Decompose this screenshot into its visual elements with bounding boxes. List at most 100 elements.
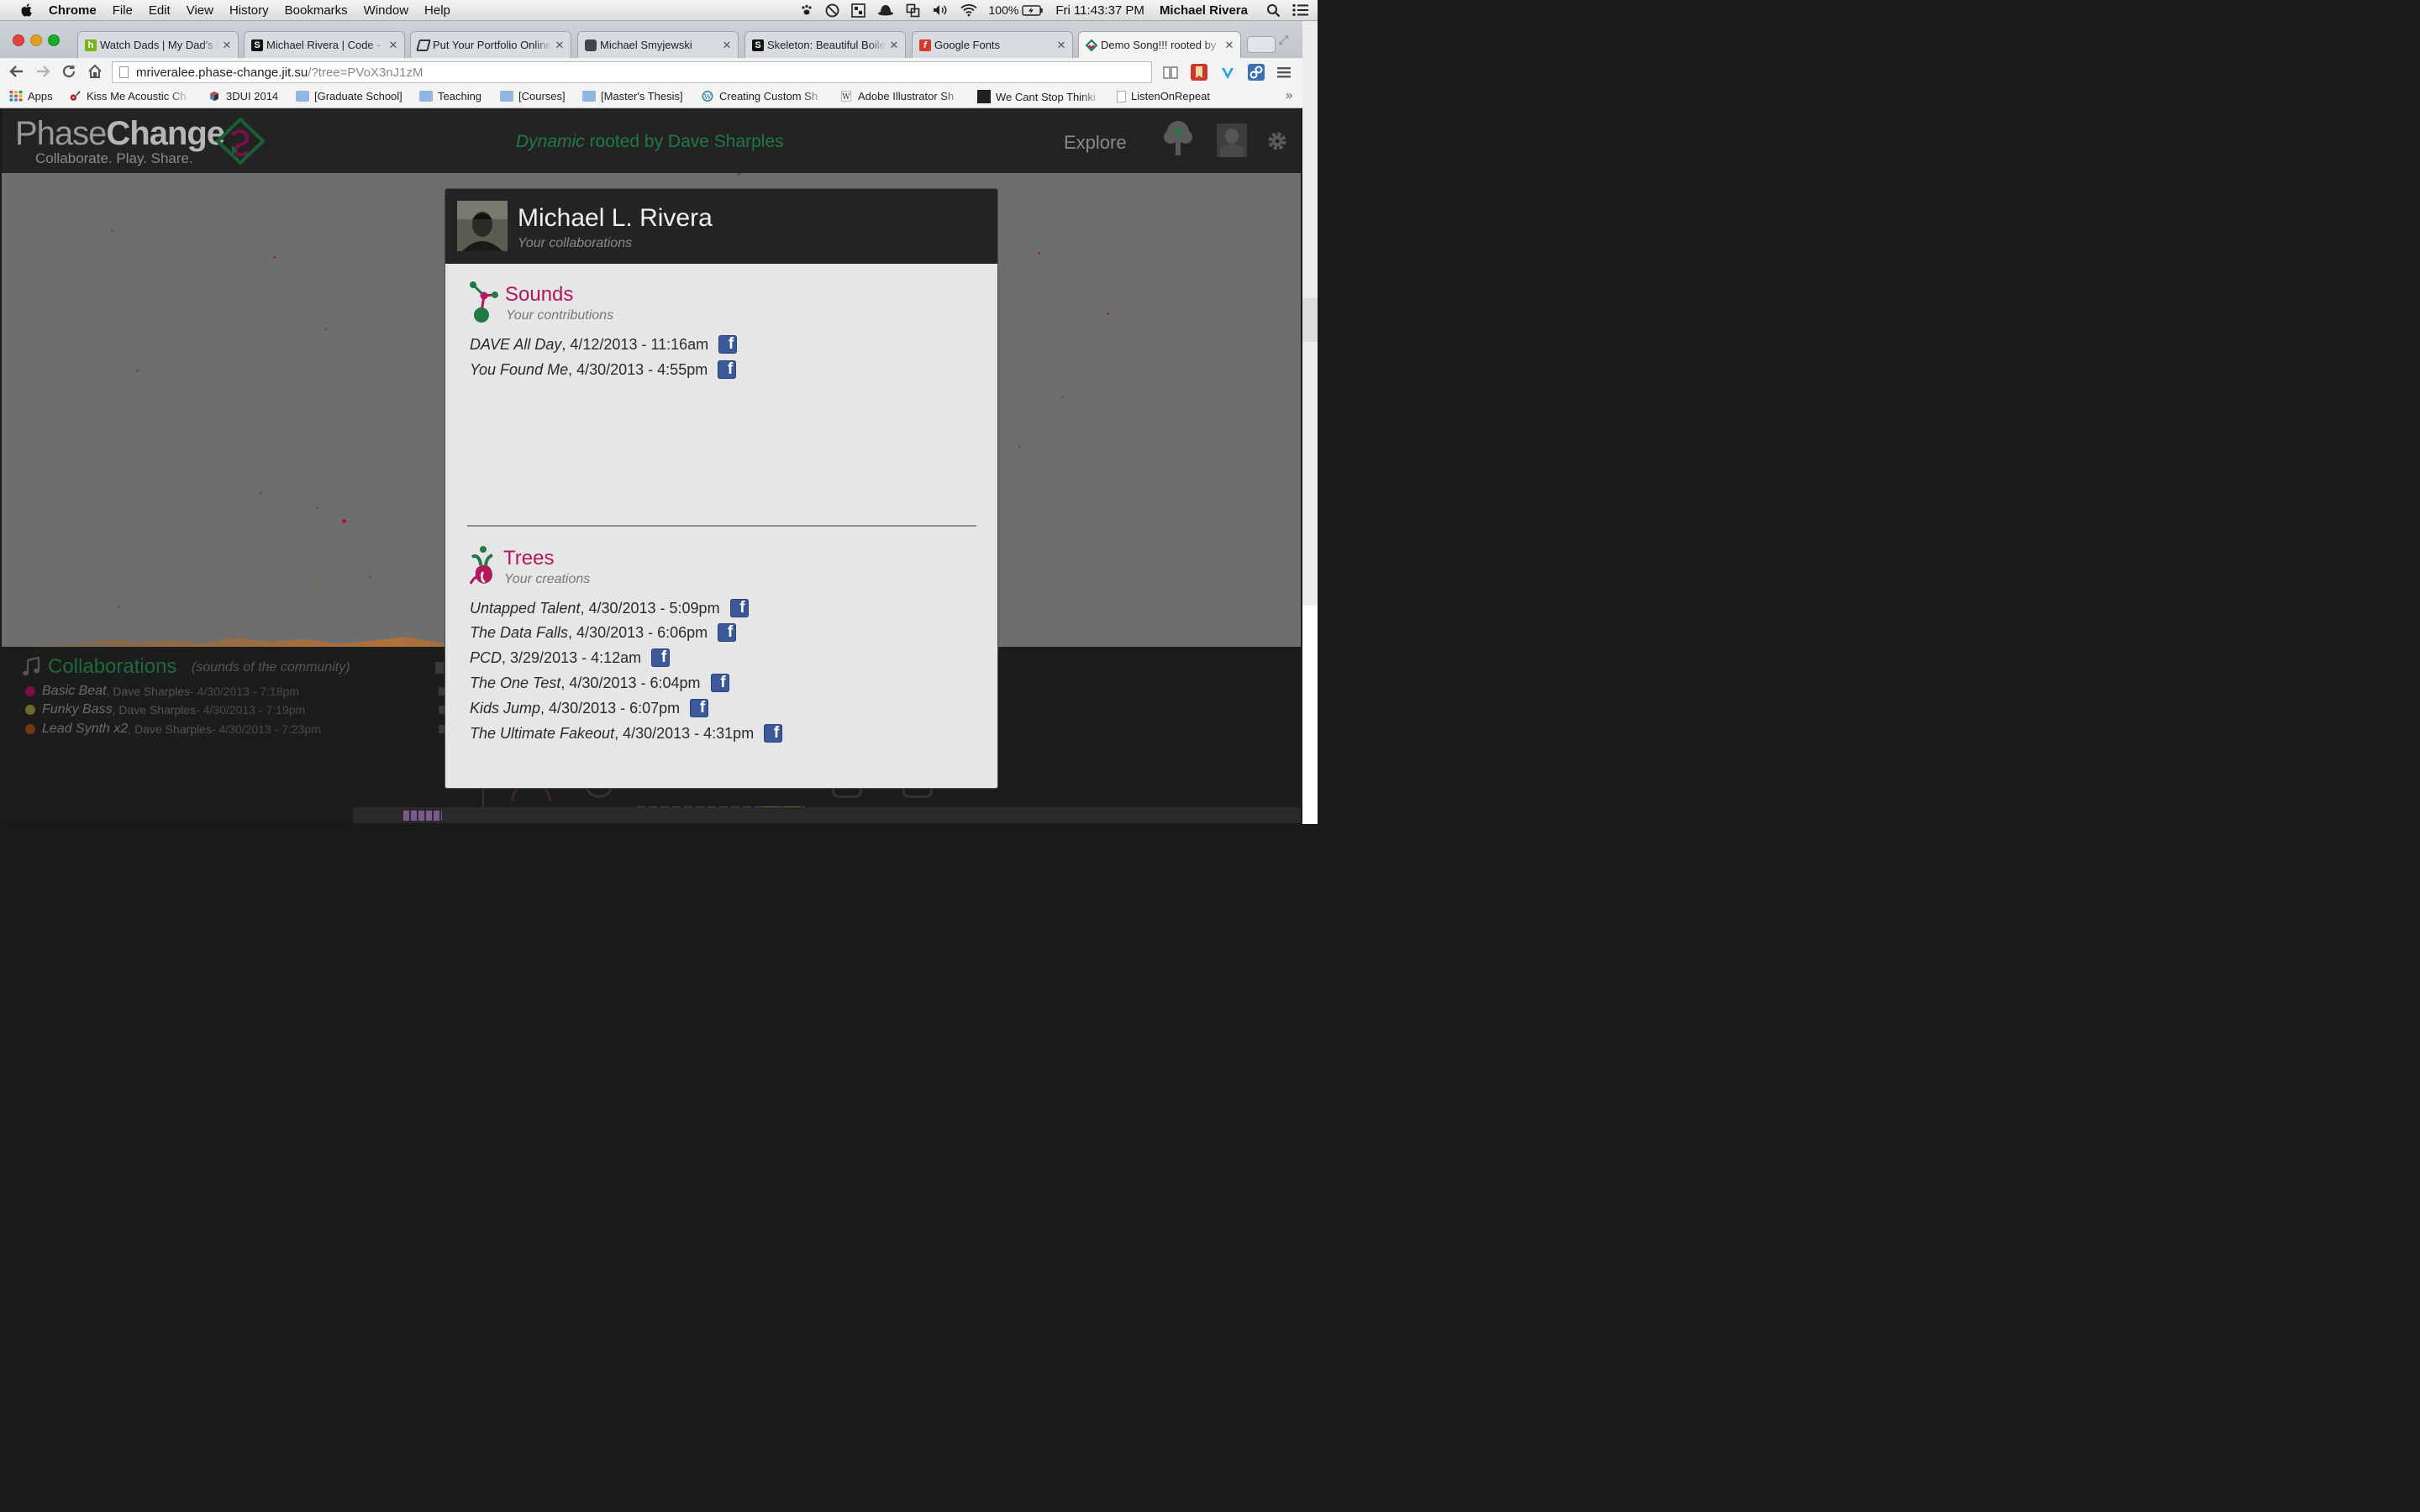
minimize-window-button[interactable] [30,34,42,46]
collaboration-row[interactable]: Funky Bass, Dave Sharples - 4/30/2013 - … [25,702,305,717]
tab-close-icon[interactable]: ✕ [552,39,567,52]
tab-close-icon[interactable]: ✕ [386,39,401,52]
bookmarks-overflow-icon[interactable]: » [1286,88,1292,102]
tab-skeleton[interactable]: S Skeleton: Beautiful Boile ✕ [744,31,906,58]
sound-entry[interactable]: You Found Me, 4/30/2013 - 4:55pm f [470,360,737,379]
facebook-share-icon[interactable]: f [690,699,709,717]
tab-close-icon[interactable]: ✕ [219,39,234,52]
paw-icon[interactable] [800,3,813,17]
battery-percent: 100% [988,3,1019,17]
spotlight-search-icon[interactable] [1266,3,1281,18]
menubar-user[interactable]: Michael Rivera [1160,3,1248,18]
fullscreen-icon[interactable]: ⤢ [1279,33,1288,47]
bookmark-graduate-school[interactable]: [Graduate School] [296,90,402,102]
tree-entry[interactable]: PCD, 3/29/2013 - 4:12am f [470,648,671,667]
tab-michael-smyjewski[interactable]: Michael Smyjewski ✕ [577,31,739,58]
facebook-share-icon[interactable]: f [718,335,738,354]
tab-watch-dads[interactable]: h Watch Dads | My Dad's H ✕ [77,31,239,58]
zoom-window-button[interactable] [48,34,60,46]
tree-entry[interactable]: The Data Falls, 4/30/2013 - 6:06pm f [470,623,737,642]
menu-help[interactable]: Help [424,3,450,18]
back-arrow-icon[interactable] [8,63,25,85]
vimeo-extension-icon[interactable] [1219,64,1236,81]
sound-name[interactable]: You Found Me [470,361,568,379]
notification-center-icon[interactable] [1292,3,1309,17]
link-extension-icon[interactable] [1248,64,1265,81]
phasechange-logo[interactable]: PhaseChange [15,115,225,153]
facebook-share-icon[interactable]: f [651,648,671,667]
home-icon[interactable] [87,63,103,85]
bookmark-teaching[interactable]: Teaching [419,90,481,102]
explore-link[interactable]: Explore [1064,132,1127,154]
tab-demo-song[interactable]: Demo Song!!! rooted by ✕ [1078,31,1241,58]
tab-google-fonts[interactable]: f Google Fonts ✕ [912,31,1073,58]
tree-name[interactable]: Untapped Talent [470,600,580,617]
reader-book-icon[interactable] [1162,64,1179,81]
menu-window[interactable]: Window [364,3,408,18]
menu-file[interactable]: File [113,3,133,18]
new-tab-button[interactable] [1247,36,1276,53]
menu-app-chrome[interactable]: Chrome [49,3,97,18]
menu-edit[interactable]: Edit [149,3,171,18]
no-entry-icon[interactable] [825,3,839,18]
menu-view[interactable]: View [187,3,213,18]
add-tree-icon[interactable] [1161,118,1195,157]
tree-name[interactable]: The Ultimate Fakeout [470,725,614,743]
facebook-share-icon[interactable]: f [710,674,729,692]
reload-icon[interactable] [60,63,77,85]
site-header: PhaseChange Collaborate. Play. Share. Dy… [2,108,1301,173]
tree-name[interactable]: The One Test [470,675,560,692]
bookmark-3dui[interactable]: 3DUI 2014 [208,90,278,102]
bookmark-listenonrepeat[interactable]: ListenOnRepeat [1117,90,1210,102]
tab-favicon-icon: f [919,39,931,51]
menu-history[interactable]: History [229,3,269,18]
wifi-icon[interactable] [960,3,977,17]
collaboration-row[interactable]: Lead Synth x2, Dave Sharples - 4/30/2013… [25,722,321,737]
background-window-edge [1302,21,1318,824]
tab-close-icon[interactable]: ✕ [719,39,734,52]
tree-entry[interactable]: The One Test, 4/30/2013 - 6:04pm f [470,674,729,692]
tree-entry[interactable]: Kids Jump, 4/30/2013 - 6:07pm f [470,699,709,717]
user-avatar[interactable] [1217,123,1247,157]
address-bar[interactable]: mriveralee.phase-change.jit.su/?tree=PVo… [112,61,1152,83]
tab-close-icon[interactable]: ✕ [1222,39,1237,52]
sound-name[interactable]: DAVE All Day [470,336,561,354]
chrome-menu-icon[interactable] [1276,64,1292,81]
facebook-share-icon[interactable]: f [718,623,737,642]
bookmark-creating-custom[interactable]: W Creating Custom Sh [701,90,825,102]
bookmark-apps[interactable]: Apps [9,90,53,102]
volume-icon[interactable] [932,3,949,17]
apple-menu-icon[interactable] [18,3,35,18]
menubar-clock[interactable]: Fri 11:43:37 PM [1055,3,1144,18]
bookmark-courses[interactable]: [Courses] [500,90,566,102]
tab-close-icon[interactable]: ✕ [886,39,902,52]
tab-portfolio-online[interactable]: Put Your Portfolio Online ✕ [410,31,571,58]
facebook-share-icon[interactable]: f [729,599,749,617]
canvas-node [342,519,346,523]
tree-entry[interactable]: The Ultimate Fakeout, 4/30/2013 - 4:31pm… [470,724,783,743]
bookmark-extension-icon[interactable] [1191,64,1207,81]
tree-name[interactable]: The Data Falls [470,624,568,642]
speaker-icon[interactable] [435,662,444,674]
forward-arrow-icon[interactable] [34,63,51,85]
facebook-share-icon[interactable]: f [764,724,783,743]
tree-entry[interactable]: Untapped Talent, 4/30/2013 - 5:09pm f [470,599,749,617]
collaboration-row[interactable]: Basic Beat, Dave Sharples - 4/30/2013 - … [25,684,299,699]
bowler-hat-icon[interactable] [877,3,894,17]
tree-name[interactable]: Kids Jump [470,700,540,717]
tab-close-icon[interactable]: ✕ [1054,39,1069,52]
grid-app-icon[interactable] [850,3,865,18]
bookmark-masters-thesis[interactable]: [Master's Thesis] [582,90,683,102]
battery-icon[interactable] [1022,4,1044,16]
settings-gear-icon[interactable] [1266,130,1288,152]
close-window-button[interactable] [13,34,24,46]
sync-icon[interactable] [906,3,920,18]
bookmark-we-cant-stop[interactable]: We Cant Stop Thinki [977,90,1102,103]
menu-bookmarks[interactable]: Bookmarks [285,3,348,18]
bookmark-kiss-me[interactable]: Kiss Me Acoustic Ch [68,90,191,102]
bookmark-adobe-illustrator[interactable]: W Adobe Illustrator Sh [839,90,964,102]
facebook-share-icon[interactable]: f [718,360,737,379]
sound-entry[interactable]: DAVE All Day, 4/12/2013 - 11:16am f [470,335,738,354]
tab-michael-rivera-code[interactable]: S Michael Rivera | Code - ✕ [244,31,405,58]
tree-name[interactable]: PCD [470,649,502,667]
